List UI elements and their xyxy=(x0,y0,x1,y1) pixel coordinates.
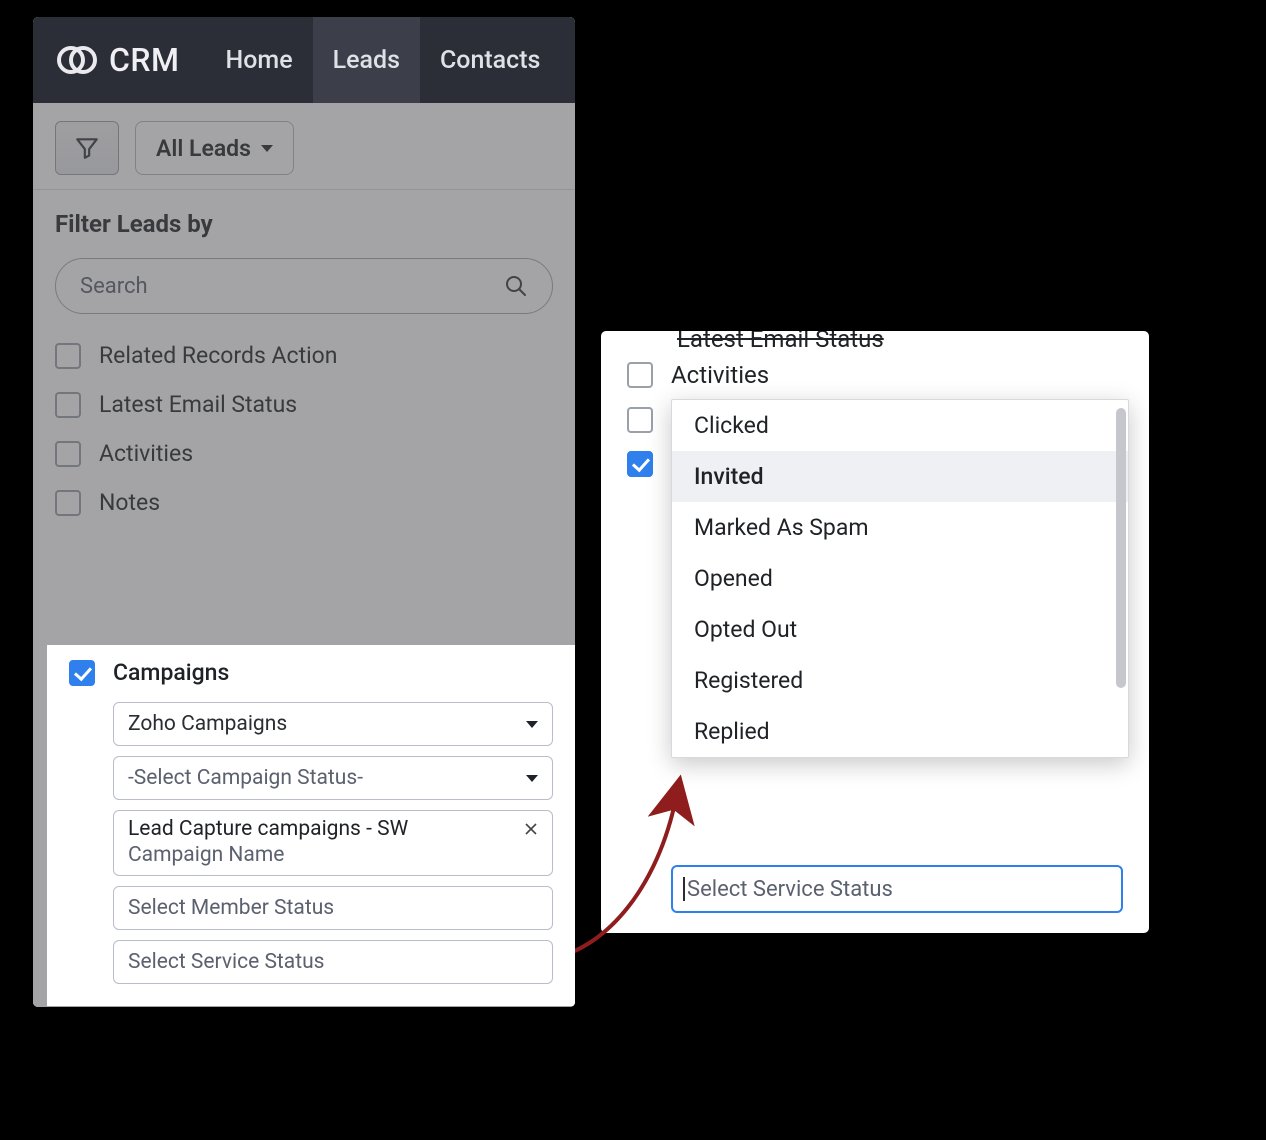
view-selector-label: All Leads xyxy=(156,135,251,162)
dropdown-scroll-area[interactable]: ClickedInvitedMarked As SpamOpenedOpted … xyxy=(672,400,1128,757)
scrollbar-thumb[interactable] xyxy=(1116,408,1126,688)
filter-item-related-records[interactable]: Related Records Action xyxy=(55,342,553,369)
brand-name: CRM xyxy=(109,41,180,79)
filter-section: Filter Leads by Search Related Records A… xyxy=(33,190,575,516)
campaign-name-field[interactable]: Lead Capture campaigns - SW Campaign Nam… xyxy=(113,810,553,876)
checkbox-checked-icon[interactable] xyxy=(69,660,95,686)
filter-search-input[interactable]: Search xyxy=(55,258,553,314)
campaign-name-tag: Lead Capture campaigns - SW xyxy=(128,817,408,841)
filter-item-label: Notes xyxy=(99,489,160,516)
dropdown-option[interactable]: Opened xyxy=(672,553,1128,604)
crm-window: CRM Home Leads Contacts All Leads Filter… xyxy=(32,16,576,1008)
campaign-status-select[interactable]: -Select Campaign Status- xyxy=(113,756,553,800)
dropdown-option[interactable]: Registered xyxy=(672,655,1128,706)
filter-check-list: Related Records Action Latest Email Stat… xyxy=(55,342,553,516)
filter-item-notes[interactable]: Notes xyxy=(55,489,553,516)
close-icon xyxy=(524,822,538,836)
member-status-placeholder: Select Member Status xyxy=(128,896,334,920)
text-cursor-icon xyxy=(683,877,685,901)
campaigns-field-stack: Zoho Campaigns -Select Campaign Status- … xyxy=(69,702,553,984)
campaign-source-select[interactable]: Zoho Campaigns xyxy=(113,702,553,746)
checkbox-icon[interactable] xyxy=(627,362,653,388)
campaign-status-placeholder: -Select Campaign Status- xyxy=(128,766,363,790)
dropdown-option[interactable]: Replied xyxy=(672,706,1128,757)
filter-item-activities[interactable]: Activities xyxy=(55,440,553,467)
service-status-input[interactable]: Select Service Status xyxy=(671,865,1123,913)
search-placeholder: Search xyxy=(80,274,148,299)
campaign-source-value: Zoho Campaigns xyxy=(128,712,287,736)
service-status-input-placeholder: Select Service Status xyxy=(687,877,893,902)
service-status-select[interactable]: Select Service Status xyxy=(113,940,553,984)
member-status-select[interactable]: Select Member Status xyxy=(113,886,553,930)
brand-logo[interactable]: CRM xyxy=(55,38,180,82)
checkbox-checked-icon[interactable] xyxy=(627,451,653,477)
popover-item-label: Activities xyxy=(671,361,769,389)
brand-logo-icon xyxy=(55,38,99,82)
service-status-dropdown[interactable]: ClickedInvitedMarked As SpamOpenedOpted … xyxy=(671,399,1129,758)
filter-item-label: Activities xyxy=(99,440,193,467)
nav-tab-leads[interactable]: Leads xyxy=(313,17,420,103)
popover-item-activities[interactable]: Activities xyxy=(627,361,1123,389)
checkbox-icon[interactable] xyxy=(55,490,81,516)
top-navbar: CRM Home Leads Contacts xyxy=(33,17,575,103)
checkbox-icon[interactable] xyxy=(55,441,81,467)
funnel-icon xyxy=(74,135,100,161)
filter-title: Filter Leads by xyxy=(55,210,553,238)
campaigns-selected-card: Campaigns Zoho Campaigns -Select Campaig… xyxy=(47,645,575,1006)
checkbox-icon[interactable] xyxy=(627,407,653,433)
remove-tag-button[interactable] xyxy=(520,817,542,841)
dropdown-option[interactable]: Invited xyxy=(672,451,1128,502)
dropdown-option[interactable]: Marked As Spam xyxy=(672,502,1128,553)
filter-item-label: Related Records Action xyxy=(99,342,338,369)
toolbar: All Leads xyxy=(33,103,575,190)
search-icon xyxy=(504,274,528,298)
view-selector-button[interactable]: All Leads xyxy=(135,121,294,175)
checkbox-icon[interactable] xyxy=(55,343,81,369)
body-area: All Leads Filter Leads by Search Related… xyxy=(33,103,575,1007)
chevron-down-icon xyxy=(526,775,538,782)
filter-item-latest-email-status[interactable]: Latest Email Status xyxy=(55,391,553,418)
nav-tabs: Home Leads Contacts xyxy=(206,17,561,103)
campaign-name-placeholder: Campaign Name xyxy=(128,843,542,867)
chevron-down-icon xyxy=(261,145,273,152)
dropdown-option[interactable]: Clicked xyxy=(672,400,1128,451)
nav-tab-contacts[interactable]: Contacts xyxy=(420,17,560,103)
chevron-down-icon xyxy=(526,721,538,728)
service-status-popover-panel: Latest Email Status Activities ClickedIn… xyxy=(600,330,1150,934)
filter-item-campaigns[interactable]: Campaigns xyxy=(69,659,553,686)
dropdown-option[interactable]: Opted Out xyxy=(672,604,1128,655)
cutoff-title: Latest Email Status xyxy=(677,330,884,353)
filter-toggle-button[interactable] xyxy=(55,121,119,175)
filter-item-label: Campaigns xyxy=(113,659,229,686)
nav-tab-home[interactable]: Home xyxy=(206,17,313,103)
service-status-placeholder: Select Service Status xyxy=(128,950,325,974)
checkbox-icon[interactable] xyxy=(55,392,81,418)
filter-item-label: Latest Email Status xyxy=(99,391,297,418)
